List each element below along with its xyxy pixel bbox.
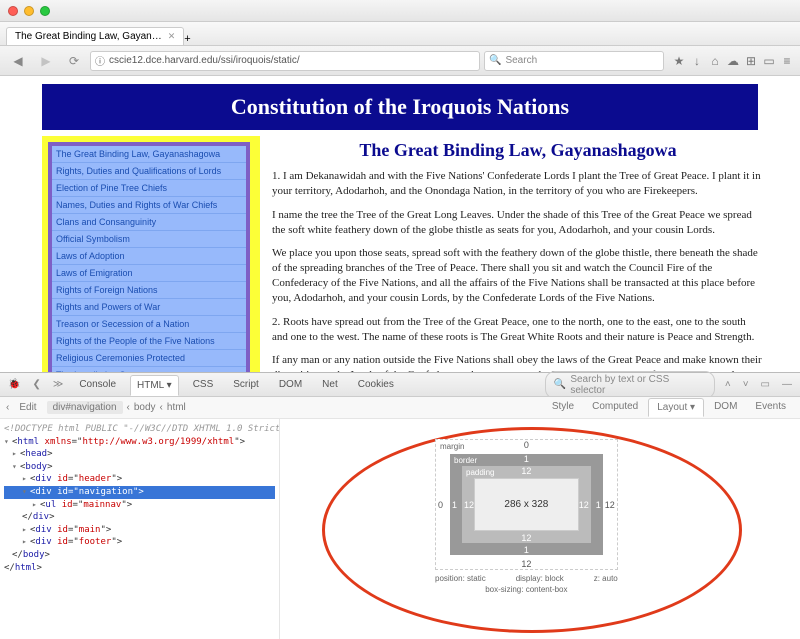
sidebar-item[interactable]: Religious Ceremonies Protected xyxy=(52,350,246,367)
chevron-up-icon[interactable]: ˄ xyxy=(723,379,733,390)
page-viewport: Constitution of the Iroquois Nations The… xyxy=(0,76,800,372)
close-tab-icon[interactable]: ✕ xyxy=(168,31,176,42)
search-input[interactable]: 🔍 Search xyxy=(484,51,664,71)
breadcrumb: div#navigation ‹ body ‹ html xyxy=(47,401,186,414)
paragraph: 2. Roots have spread out from the Tree o… xyxy=(272,315,764,345)
sidebar-highlight-margin: The Great Binding Law, GayanashagowaRigh… xyxy=(42,136,260,372)
paragraph: 1. I am Dekanawidah and with the Five Na… xyxy=(272,169,764,199)
chevron-left-icon[interactable]: ‹ xyxy=(6,402,9,413)
tab-css[interactable]: CSS xyxy=(187,375,220,394)
sidebar-item[interactable]: Election of Pine Tree Chiefs xyxy=(52,180,246,197)
sidebar-item[interactable]: Treason or Secession of a Nation xyxy=(52,316,246,333)
tab-html[interactable]: HTML ▾ xyxy=(130,375,179,396)
chevron-down-icon[interactable]: ˅ xyxy=(741,379,751,390)
browser-tab[interactable]: The Great Binding Law, Gayan… ✕ xyxy=(6,27,184,45)
paragraph: I name the tree the Tree of the Great Lo… xyxy=(272,208,764,238)
sidebar-item[interactable]: The Great Binding Law, Gayanashagowa xyxy=(52,146,246,163)
search-placeholder: Search xyxy=(505,55,537,66)
zoom-window-button[interactable] xyxy=(40,6,50,16)
sidebar-item[interactable]: Official Symbolism xyxy=(52,231,246,248)
tab-dom[interactable]: DOM xyxy=(273,375,308,394)
side-tab-events[interactable]: Events xyxy=(747,398,794,417)
menu-icon[interactable]: ≡ xyxy=(780,54,794,68)
crumb-div[interactable]: div#navigation xyxy=(47,401,123,414)
sidebar-item[interactable]: Rights and Powers of War xyxy=(52,299,246,316)
url-text: cscie12.dce.harvard.edu/ssi/iroquois/sta… xyxy=(109,55,300,66)
minimize-window-button[interactable] xyxy=(24,6,34,16)
tab-title: The Great Binding Law, Gayan… xyxy=(15,31,162,42)
selected-node[interactable]: ▾<div id="navigation"> xyxy=(4,486,275,499)
tab-script[interactable]: Script xyxy=(227,375,265,394)
devtools-sub-bar: ‹ Edit div#navigation ‹ body ‹ html Styl… xyxy=(0,397,800,419)
toolbar-icons: ★ ↓ ⌂ ☁ ⊞ ▭ ≡ xyxy=(672,54,794,68)
chevron-icon[interactable]: ≫ xyxy=(51,379,65,390)
sidebar-item[interactable]: Rights of Foreign Nations xyxy=(52,282,246,299)
devtools-search[interactable]: 🔍 Search by text or CSS selector xyxy=(545,371,715,399)
devtools-panel: 🐞 ❮ ≫ Console HTML ▾ CSS Script DOM Net … xyxy=(0,372,800,639)
sidebar-item[interactable]: Rights, Duties and Qualifications of Lor… xyxy=(52,163,246,180)
forward-button[interactable]: ▶ xyxy=(34,51,58,71)
tab-console[interactable]: Console xyxy=(73,375,122,394)
page-heading: The Great Binding Law, Gayanashagowa xyxy=(272,140,764,161)
devtools-tab-bar: 🐞 ❮ ≫ Console HTML ▾ CSS Script DOM Net … xyxy=(0,373,800,397)
back-button[interactable]: ◀ xyxy=(6,51,30,71)
rect-icon[interactable]: ▭ xyxy=(762,54,776,68)
reload-button[interactable]: ⟳ xyxy=(62,51,86,71)
paragraph: If any man or any nation outside the Fiv… xyxy=(272,353,764,372)
layout-panel: margin 0 12 12 0 border 1 1 1 1 padding … xyxy=(280,419,800,639)
crumb-body[interactable]: body xyxy=(134,402,156,413)
paragraph: We place you upon those seats, spread so… xyxy=(272,246,764,305)
html-source-tree[interactable]: <!DOCTYPE html PUBLIC "-//W3C//DTD XHTML… xyxy=(0,419,280,639)
main-content: The Great Binding Law, Gayanashagowa 1. … xyxy=(272,136,786,372)
browser-toolbar: ◀ ▶ ⟳ ⓘ cscie12.dce.harvard.edu/ssi/iroq… xyxy=(0,46,800,76)
tab-net[interactable]: Net xyxy=(316,375,344,394)
browser-tab-bar: The Great Binding Law, Gayan… ✕ + xyxy=(0,22,800,46)
side-tab-style[interactable]: Style xyxy=(544,398,582,417)
window-titlebar xyxy=(0,0,800,22)
cloud-icon[interactable]: ☁ xyxy=(726,54,740,68)
side-tab-dom[interactable]: DOM xyxy=(706,398,745,417)
new-tab-button[interactable]: + xyxy=(184,33,190,45)
crumb-html[interactable]: html xyxy=(167,402,186,413)
firebug-icon[interactable]: 🐞 xyxy=(6,379,22,390)
side-tab-computed[interactable]: Computed xyxy=(584,398,646,417)
home-icon[interactable]: ⌂ xyxy=(708,54,722,68)
close-window-button[interactable] xyxy=(8,6,18,16)
side-tab-layout[interactable]: Layout ▾ xyxy=(648,398,704,417)
sidebar-item[interactable]: Clans and Consanguinity xyxy=(52,214,246,231)
search-icon: 🔍 xyxy=(489,55,501,66)
search-icon: 🔍 xyxy=(554,379,566,390)
minimize-icon[interactable]: — xyxy=(780,379,794,390)
url-input[interactable]: ⓘ cscie12.dce.harvard.edu/ssi/iroquois/s… xyxy=(90,51,480,71)
sidebar-item[interactable]: Laws of Adoption xyxy=(52,248,246,265)
window-controls xyxy=(8,6,50,16)
grid-icon[interactable]: ⊞ xyxy=(744,54,758,68)
sidebar-item[interactable]: Laws of Emigration xyxy=(52,265,246,282)
page-banner: Constitution of the Iroquois Nations xyxy=(42,84,758,130)
navigation-sidebar: The Great Binding Law, GayanashagowaRigh… xyxy=(48,142,250,372)
box-model-diagram: margin 0 12 12 0 border 1 1 1 1 padding … xyxy=(435,439,618,594)
edit-button[interactable]: Edit xyxy=(19,402,36,413)
sidebar-item[interactable]: Rights of the People of the Five Nations xyxy=(52,333,246,350)
window-icon[interactable]: ▭ xyxy=(759,379,772,390)
sidebar-item[interactable]: Names, Duties and Rights of War Chiefs xyxy=(52,197,246,214)
tab-cookies[interactable]: Cookies xyxy=(352,375,400,394)
bookmark-icon[interactable]: ★ xyxy=(672,54,686,68)
inspect-icon[interactable]: ❮ xyxy=(30,379,42,390)
download-icon[interactable]: ↓ xyxy=(690,54,704,68)
box-content-size: 286 x 328 xyxy=(474,478,579,531)
